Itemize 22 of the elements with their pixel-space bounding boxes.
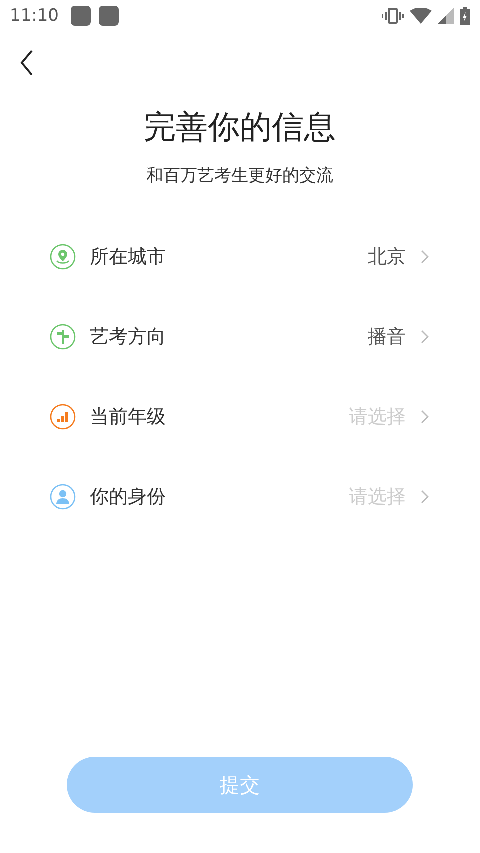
field-label: 艺考方向 [90,325,166,350]
field-label: 当前年级 [90,405,166,430]
form-row[interactable]: 所在城市 北京 [0,217,480,297]
field-label: 你的身份 [90,485,166,510]
page-subtitle: 和百万艺考生更好的交流 [146,165,334,187]
field-value: 播音 [368,325,406,350]
chevron-icon [420,489,430,505]
back-button[interactable] [20,50,34,76]
field-value: 北京 [368,245,406,270]
notification-icon [99,6,119,26]
signal-icon [438,8,454,24]
vibrate-icon [382,7,404,25]
battery-icon [460,7,470,25]
form-row[interactable]: 艺考方向 播音 [0,297,480,377]
page-title: 完善你的信息 [143,107,337,148]
wifi-icon [410,8,432,24]
status-time: 11:10 [10,6,59,26]
field-label: 所在城市 [90,245,166,270]
chevron-icon [420,249,430,265]
chevron-icon [420,409,430,425]
chevron-icon [420,329,430,345]
notification-icon [71,6,91,26]
